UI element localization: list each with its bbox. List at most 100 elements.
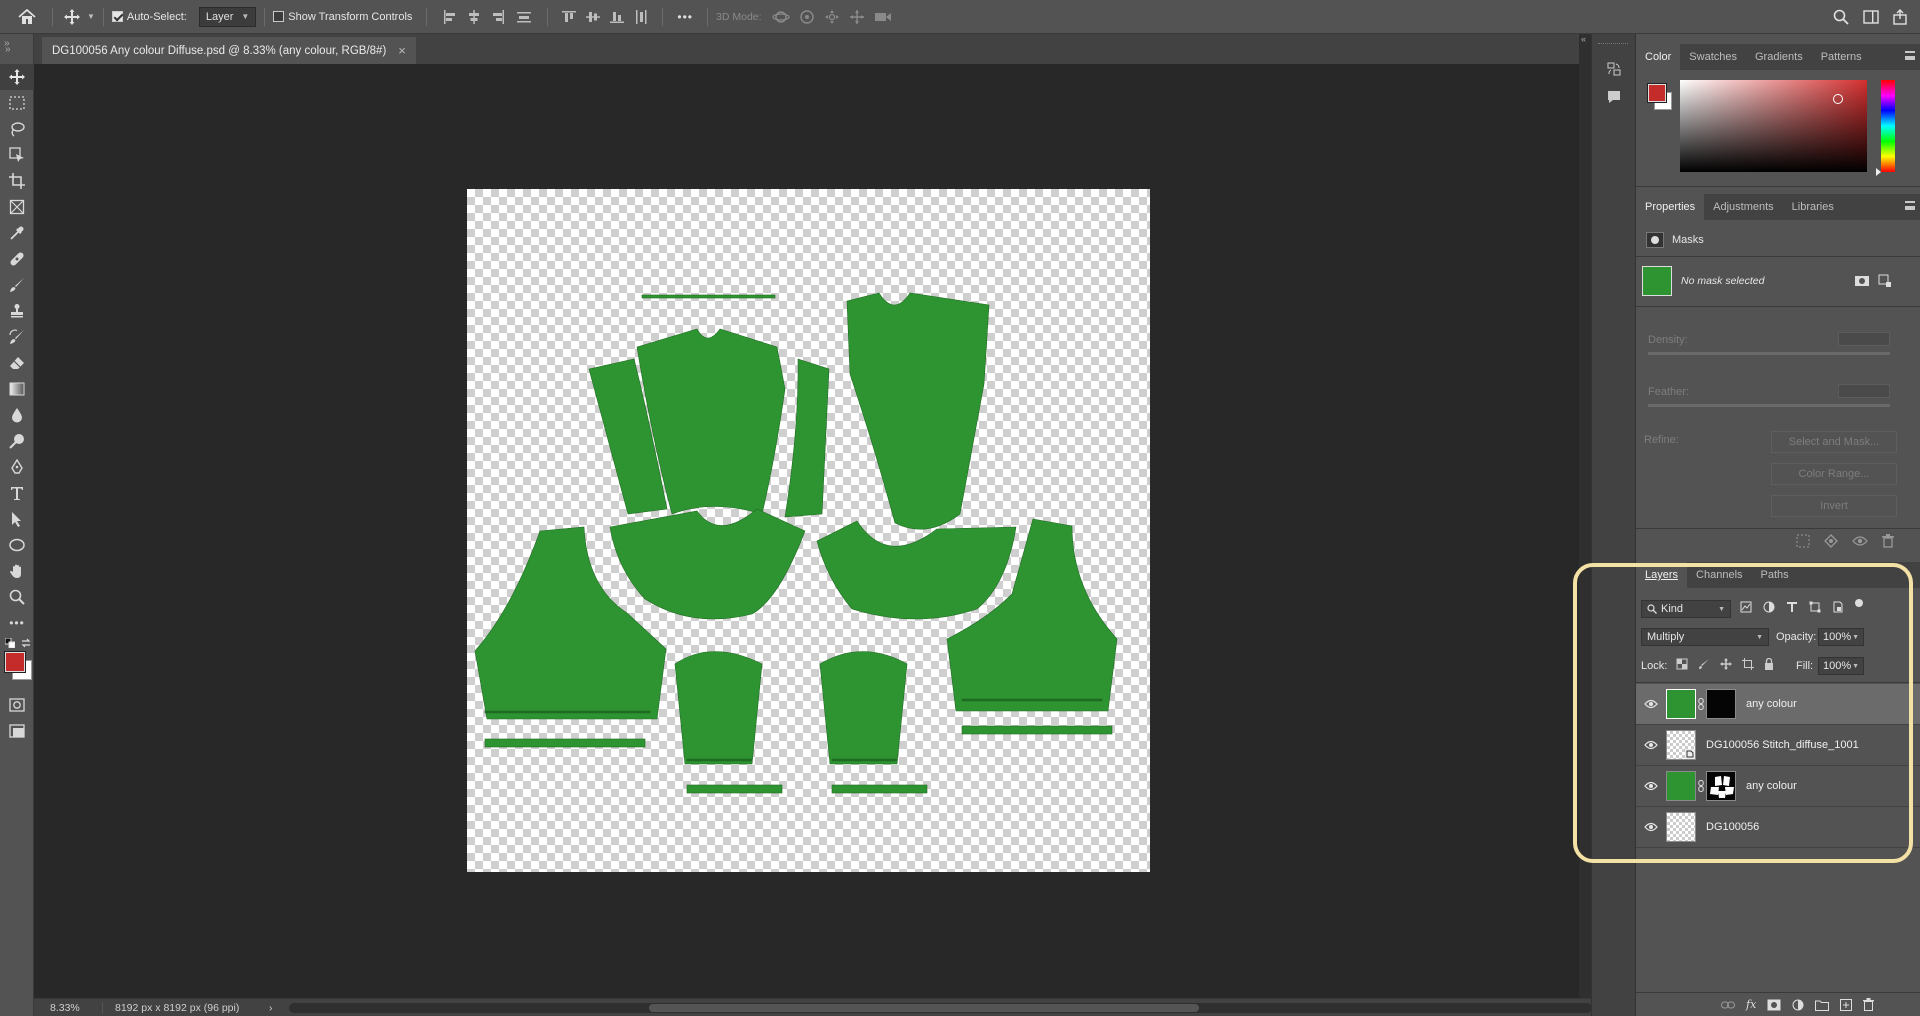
new-layer-icon[interactable] <box>1840 998 1853 1011</box>
layer-name[interactable]: any colour <box>1746 780 1797 792</box>
layer-mask-thumbnail[interactable] <box>1706 689 1736 719</box>
auto-select-target-dropdown[interactable]: Layer ▼ <box>198 6 257 27</box>
eraser-tool[interactable] <box>0 350 34 376</box>
icon-column-grip[interactable] <box>1598 36 1628 44</box>
align-top-icon[interactable] <box>562 10 577 24</box>
close-tab-icon[interactable]: × <box>398 43 406 58</box>
visibility-eye-icon[interactable] <box>1636 699 1666 709</box>
tab-adjustments[interactable]: Adjustments <box>1704 194 1783 220</box>
status-menu-arrow[interactable]: › <box>269 1002 273 1014</box>
distribute-v-icon[interactable] <box>634 9 648 25</box>
horizontal-scrollbar[interactable] <box>288 1002 1592 1013</box>
load-selection-icon[interactable] <box>1796 534 1810 548</box>
show-transform-checkbox[interactable]: Show Transform Controls <box>273 11 412 23</box>
gradient-tool[interactable] <box>0 376 34 402</box>
layer-thumbnail[interactable] <box>1666 812 1696 842</box>
vector-mask-icon[interactable] <box>1878 274 1892 288</box>
trash-icon[interactable] <box>1882 534 1894 548</box>
edit-toolbar-button[interactable]: ••• <box>0 610 34 636</box>
auto-select-box[interactable] <box>111 11 123 22</box>
blend-mode-dropdown[interactable]: Multiply ▼ <box>1641 628 1769 646</box>
add-mask-icon[interactable] <box>1767 999 1781 1011</box>
tab-channels[interactable]: Channels <box>1687 562 1751 588</box>
layer-row[interactable]: DG100056 Stitch_diffuse_1001 <box>1636 725 1920 766</box>
layer-row[interactable]: any colour <box>1636 766 1920 807</box>
invert-button[interactable]: Invert <box>1771 495 1897 517</box>
blur-tool[interactable] <box>0 402 34 428</box>
apply-mask-icon[interactable] <box>1824 534 1838 548</box>
healing-brush-tool[interactable] <box>0 246 34 272</box>
panels-collapse-icon[interactable]: » <box>4 38 10 49</box>
3d-pan-icon[interactable] <box>824 9 840 25</box>
chain-link-icon[interactable] <box>1698 698 1704 710</box>
tab-libraries[interactable]: Libraries <box>1783 194 1843 220</box>
layer-row[interactable]: DG100056 <box>1636 807 1920 848</box>
object-select-tool[interactable] <box>0 142 34 168</box>
layer-thumbnail[interactable] <box>1666 730 1696 760</box>
dodge-tool[interactable] <box>0 428 34 454</box>
chain-link-icon[interactable] <box>1698 780 1704 792</box>
brush-tool[interactable] <box>0 272 34 298</box>
align-left-icon[interactable] <box>443 9 457 24</box>
quick-mask-button[interactable] <box>0 692 34 718</box>
align-center-h-icon[interactable] <box>467 9 481 24</box>
frame-tool[interactable] <box>0 194 34 220</box>
tab-paths[interactable]: Paths <box>1752 562 1798 588</box>
layer-filter-kind-dropdown[interactable]: Kind ▼ <box>1641 600 1731 618</box>
foreground-color-swatch[interactable] <box>4 651 26 673</box>
tab-color[interactable]: Color <box>1636 44 1681 70</box>
color-panel-menu-icon[interactable] <box>1905 51 1915 60</box>
comments-panel-icon[interactable] <box>1600 86 1628 108</box>
layer-row[interactable]: any colour <box>1636 684 1920 725</box>
lock-pixels-icon[interactable] <box>1698 658 1710 670</box>
path-select-tool[interactable] <box>0 506 34 532</box>
density-slider[interactable] <box>1648 352 1890 355</box>
dock-collapse-icon[interactable]: « <box>1581 34 1586 44</box>
align-middle-v-icon[interactable] <box>586 10 601 24</box>
properties-panel-menu-icon[interactable] <box>1905 201 1915 210</box>
lock-transparent-icon[interactable] <box>1676 658 1688 670</box>
layer-name[interactable]: DG100056 Stitch_diffuse_1001 <box>1706 739 1859 751</box>
color-panel-fg-swatch[interactable] <box>1647 83 1667 103</box>
layer-mask-thumbnail[interactable] <box>1706 771 1736 801</box>
auto-select-checkbox[interactable]: Auto-Select: <box>111 11 187 23</box>
history-brush-tool[interactable] <box>0 324 34 350</box>
home-icon[interactable] <box>10 0 44 34</box>
share-icon[interactable] <box>1886 2 1914 32</box>
horizontal-scroll-thumb[interactable] <box>648 1003 1199 1012</box>
filter-smart-object-icon[interactable] <box>1832 601 1844 613</box>
eye-toggle-icon[interactable] <box>1852 535 1868 547</box>
move-tool[interactable] <box>0 64 34 90</box>
delete-layer-icon[interactable] <box>1863 998 1875 1011</box>
visibility-eye-icon[interactable] <box>1636 740 1666 750</box>
marquee-tool[interactable] <box>0 90 34 116</box>
clone-stamp-tool[interactable] <box>0 298 34 324</box>
more-options-button[interactable]: ••• <box>677 10 693 24</box>
filter-pixel-icon[interactable] <box>1740 601 1752 613</box>
filter-toggle-icon[interactable] <box>1855 599 1863 607</box>
tab-patterns[interactable]: Patterns <box>1812 44 1871 70</box>
lock-position-icon[interactable] <box>1720 658 1732 670</box>
tool-preset-chevron-icon[interactable]: ▼ <box>87 12 95 21</box>
filter-adjustment-icon[interactable] <box>1763 601 1775 613</box>
fill-field[interactable]: 100% ▼ <box>1818 657 1864 675</box>
link-layers-icon[interactable] <box>1721 1000 1735 1010</box>
search-icon[interactable] <box>1826 2 1856 32</box>
swap-colors-icon[interactable] <box>21 638 31 648</box>
feather-field[interactable] <box>1838 384 1890 398</box>
3d-orbit-icon[interactable] <box>771 9 790 25</box>
chevron-down-icon[interactable]: ▼ <box>1852 663 1859 670</box>
hue-slider[interactable] <box>1876 80 1895 176</box>
tab-properties[interactable]: Properties <box>1636 194 1705 220</box>
default-colors-icon[interactable] <box>5 638 15 648</box>
density-field[interactable] <box>1838 332 1890 346</box>
layer-name[interactable]: any colour <box>1746 698 1797 710</box>
type-tool[interactable] <box>0 480 34 506</box>
tab-gradients[interactable]: Gradients <box>1746 44 1812 70</box>
3d-roll-icon[interactable] <box>799 9 815 25</box>
document-canvas[interactable] <box>467 189 1150 872</box>
opacity-field[interactable]: 100% ▼ <box>1818 628 1864 646</box>
hand-tool[interactable] <box>0 558 34 584</box>
feather-slider[interactable] <box>1648 404 1890 407</box>
color-picker-field[interactable] <box>1680 80 1867 172</box>
